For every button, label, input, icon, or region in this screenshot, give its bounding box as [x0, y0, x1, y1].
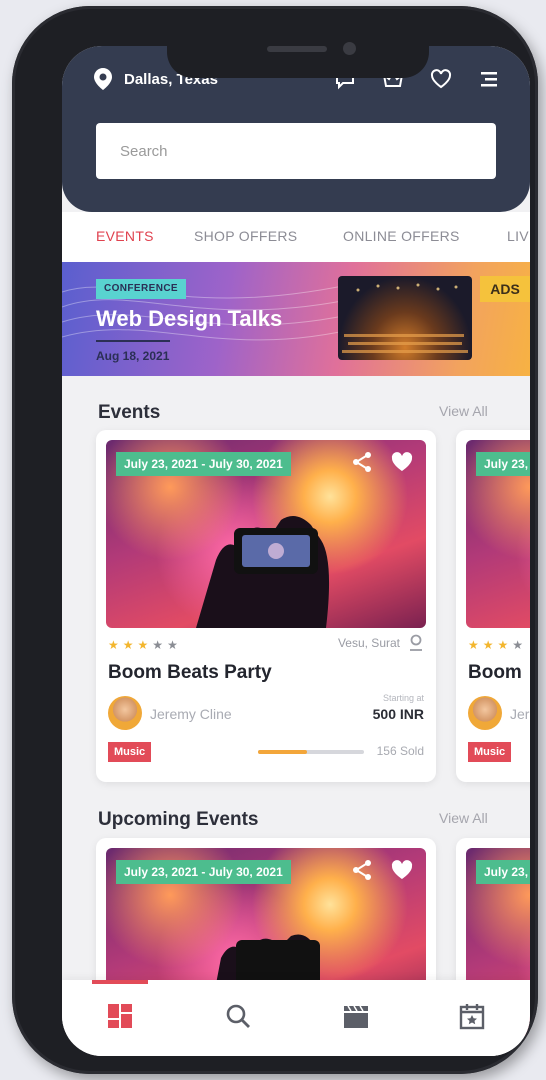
- organizer-name: Jer: [510, 706, 530, 722]
- promo-banner[interactable]: CONFERENCE Web Design Talks Aug 18, 2021…: [62, 262, 530, 376]
- banner-category-tag: CONFERENCE: [96, 279, 187, 299]
- category-tabs: EVENTS SHOP OFFERS ONLINE OFFERS LIV: [62, 212, 530, 262]
- upcoming-view-all-link[interactable]: View All: [439, 810, 488, 826]
- favorite-heart-icon[interactable]: [390, 450, 414, 474]
- share-icon[interactable]: [350, 450, 374, 474]
- organizer-name: Jeremy Cline: [150, 706, 232, 722]
- venue-pin-icon: [410, 634, 422, 651]
- event-card[interactable]: July 23, 2021 - July 30, 2021 ★ ★ ★ ★ ★: [96, 430, 436, 782]
- menu-icon[interactable]: [478, 68, 500, 90]
- phone-frame: Dallas, Texas EVENTS SHOP OF: [12, 6, 538, 1074]
- favorite-heart-icon[interactable]: [390, 858, 414, 882]
- upcoming-section-title: Upcoming Events: [98, 809, 259, 830]
- star-icon: ★: [108, 638, 119, 652]
- event-date-tag: July 23, 20: [476, 860, 530, 884]
- sold-progress-fill: [258, 750, 307, 754]
- banner-image: [338, 276, 472, 360]
- event-date-tag: July 23, 2021 - July 30, 2021: [116, 860, 291, 884]
- star-icon: ★: [512, 638, 524, 652]
- tab-events[interactable]: EVENTS: [96, 228, 154, 244]
- organizer-avatar: [108, 696, 142, 730]
- phone-volume-up-button: [19, 230, 27, 308]
- event-name: Boom: [468, 662, 522, 683]
- banner-date: Aug 18, 2021: [96, 349, 170, 363]
- rating-stars: ★ ★ ★ ★ ★: [108, 638, 178, 652]
- banner-divider: [96, 340, 170, 342]
- starting-at-label: Starting at: [382, 693, 424, 703]
- phone-mute-button: [19, 152, 27, 194]
- star-icon: ★: [122, 638, 134, 652]
- event-card-partial[interactable]: July 23, 20 ★ ★ ★ ★ Boom Jer Music: [456, 430, 530, 782]
- active-tab-indicator: [92, 980, 148, 984]
- star-icon: ★: [167, 638, 178, 652]
- dashboard-icon[interactable]: [106, 1002, 136, 1032]
- star-icon: ★: [482, 638, 494, 652]
- calendar-star-icon[interactable]: [458, 1002, 488, 1032]
- clapperboard-icon[interactable]: [342, 1002, 372, 1032]
- share-icon[interactable]: [350, 858, 374, 882]
- location-pin-icon: [94, 68, 112, 90]
- phone-notch: [167, 28, 429, 78]
- venue-label: Vesu, Surat: [337, 636, 400, 650]
- event-image: July 23, 20: [466, 440, 530, 628]
- tab-shop-offers[interactable]: SHOP OFFERS: [194, 228, 297, 244]
- tab-online-offers[interactable]: ONLINE OFFERS: [343, 228, 460, 244]
- event-date-tag: July 23, 2021 - July 30, 2021: [116, 452, 291, 476]
- card-image-actions: [350, 450, 414, 474]
- events-view-all-link[interactable]: View All: [439, 403, 488, 419]
- phone-volume-down-button: [19, 324, 27, 402]
- rating-stars: ★ ★ ★ ★: [468, 638, 523, 652]
- event-image: July 23, 2021 - July 30, 2021: [106, 440, 426, 628]
- front-camera: [343, 42, 356, 55]
- star-icon: ★: [497, 638, 509, 652]
- star-icon: ★: [152, 638, 164, 652]
- card-image-actions: [350, 858, 414, 882]
- star-icon: ★: [468, 638, 479, 652]
- search-icon[interactable]: [224, 1002, 254, 1032]
- speaker: [267, 46, 327, 52]
- category-badge: Music: [108, 742, 152, 762]
- app-screen: Dallas, Texas EVENTS SHOP OF: [62, 46, 530, 1056]
- sold-progress-bar: [258, 750, 364, 754]
- heart-icon[interactable]: [430, 68, 452, 90]
- event-venue: Vesu, Surat: [338, 634, 424, 652]
- events-section-title: Events: [98, 402, 161, 423]
- tab-live[interactable]: LIV: [507, 228, 529, 244]
- banner-title: Web Design Talks: [96, 306, 283, 331]
- event-name: Boom Beats Party: [108, 662, 272, 683]
- star-icon: ★: [137, 638, 149, 652]
- event-date-tag: July 23, 20: [476, 452, 530, 476]
- category-badge: Music: [468, 742, 512, 762]
- organizer-avatar: [468, 696, 502, 730]
- sold-count: 156 Sold: [376, 744, 424, 758]
- ads-badge: ADS: [480, 276, 530, 302]
- search-input[interactable]: [96, 123, 496, 179]
- bottom-navigation: [62, 980, 530, 1056]
- event-price: 500 INR: [372, 706, 424, 722]
